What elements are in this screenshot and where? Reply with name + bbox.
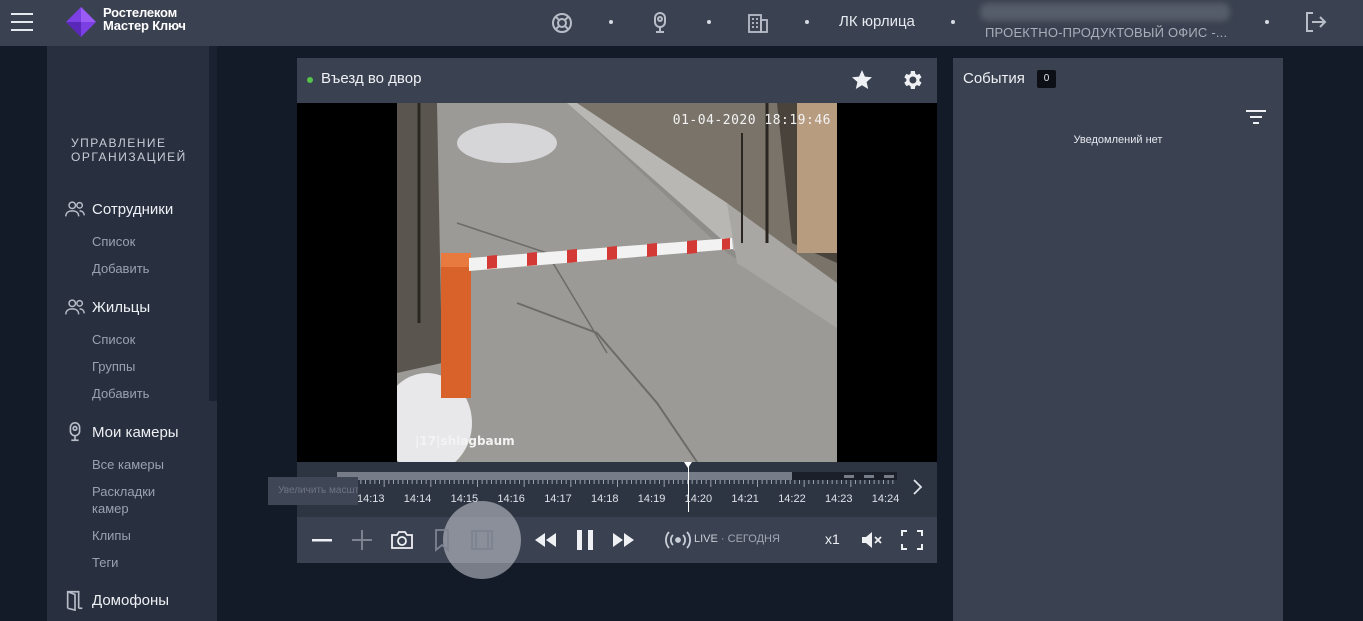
separator-dot xyxy=(1265,20,1269,24)
fast-forward-icon[interactable] xyxy=(611,528,637,552)
sidebar-item-tags[interactable]: Теги xyxy=(92,554,118,571)
sidebar-item-all-cameras[interactable]: Все камеры xyxy=(92,456,164,473)
sidebar-item-residents-add[interactable]: Добавить xyxy=(92,385,149,402)
zoom-in-icon[interactable] xyxy=(349,528,375,552)
video-area[interactable]: 01-04-2020 18:19:46 |17|shlagbaum xyxy=(297,103,937,462)
screenshot-icon[interactable] xyxy=(389,528,415,552)
online-status-dot xyxy=(307,77,313,83)
timeline[interactable]: :14:1314:1414:1514:1614:1714:1814:1914:2… xyxy=(297,462,937,517)
camera-scene-image xyxy=(397,103,837,462)
timeline-label: 14:21 xyxy=(731,493,759,505)
live-broadcast-icon[interactable] xyxy=(665,528,691,552)
sidebar-item-clips[interactable]: Клипы xyxy=(92,527,131,544)
osd-timestamp: 01-04-2020 18:19:46 xyxy=(672,113,831,128)
logout-icon[interactable] xyxy=(1303,10,1327,34)
org-name[interactable]: ПРОЕКТНО-ПРОДУКТОВЫЙ ОФИС -... xyxy=(985,25,1227,40)
player-header: Въезд во двор xyxy=(297,58,937,103)
menu-icon[interactable] xyxy=(11,13,33,31)
account-link[interactable]: ЛК юрлица xyxy=(839,13,915,30)
pause-icon[interactable] xyxy=(572,528,598,552)
logo-mark-icon xyxy=(66,7,96,37)
timeline-segment xyxy=(884,475,894,478)
timeline-cursor-head[interactable] xyxy=(684,462,692,468)
sidebar-group-employees[interactable]: Сотрудники xyxy=(64,198,173,220)
sidebar-section-title: УПРАВЛЕНИЕ ОРГАНИЗАЦИЕЙ xyxy=(71,136,187,164)
events-empty-message: Уведомлений нет xyxy=(1073,134,1163,146)
timeline-label: 14:22 xyxy=(778,493,806,505)
timeline-track[interactable] xyxy=(337,472,897,480)
people-icon xyxy=(65,201,85,217)
building-icon[interactable] xyxy=(746,11,770,35)
logo[interactable]: Ростелеком Мастер Ключ xyxy=(66,5,196,39)
sidebar-group-intercoms[interactable]: Домофоны xyxy=(64,589,169,611)
brand-name: Ростелеком Мастер Ключ xyxy=(103,5,186,33)
video-player: Въезд во двор 01-04-2020 18:19:46 |17|sh… xyxy=(297,58,937,579)
sidebar: УПРАВЛЕНИЕ ОРГАНИЗАЦИЕЙ Сотрудники Списо… xyxy=(47,46,217,621)
clip-icon[interactable] xyxy=(469,528,495,552)
zoom-tooltip: Увеличить масштаб xyxy=(268,477,358,505)
star-icon[interactable] xyxy=(850,68,874,92)
events-panel: События 0 Уведомлений нет xyxy=(953,58,1283,621)
timeline-label: 14:14 xyxy=(403,493,432,505)
sidebar-scrollbar[interactable] xyxy=(209,46,217,401)
separator-dot xyxy=(805,20,809,24)
timeline-ticks xyxy=(337,480,894,487)
bookmark-icon[interactable] xyxy=(429,528,455,552)
gear-icon[interactable] xyxy=(900,68,924,92)
separator-dot xyxy=(951,20,955,24)
org-blurred-text xyxy=(980,3,1230,21)
zoom-out-icon[interactable] xyxy=(309,528,335,552)
top-bar: Ростелеком Мастер Ключ ЛК юрлица ПРОЕКТН… xyxy=(0,0,1363,46)
events-title: События xyxy=(963,70,1025,87)
support-icon[interactable] xyxy=(550,11,574,35)
sidebar-group-residents[interactable]: Жильцы xyxy=(64,296,150,318)
people-icon xyxy=(65,299,85,315)
filter-icon[interactable] xyxy=(1246,109,1266,125)
timeline-recorded-range xyxy=(337,472,792,480)
timeline-label: 14:24 xyxy=(871,493,900,505)
timeline-label: 14:18 xyxy=(591,493,619,505)
sidebar-item-employees-list[interactable]: Список xyxy=(92,233,135,250)
sidebar-item-residents-groups[interactable]: Группы xyxy=(92,358,135,375)
separator-dot xyxy=(609,20,613,24)
osd-camera-name: |17|shlagbaum xyxy=(415,434,515,448)
sidebar-item-residents-list[interactable]: Список xyxy=(92,331,135,348)
live-button[interactable]: LIVE · СЕГОДНЯ xyxy=(694,533,780,545)
timeline-label: 14:19 xyxy=(637,493,666,505)
timeline-segment xyxy=(844,475,854,478)
separator-dot xyxy=(707,20,711,24)
rewind-icon[interactable] xyxy=(532,528,558,552)
fullscreen-icon[interactable] xyxy=(899,528,925,552)
sidebar-group-cameras[interactable]: Мои камеры xyxy=(64,421,179,443)
events-count-badge: 0 xyxy=(1037,70,1056,88)
timeline-label: 14:13 xyxy=(357,493,385,505)
sidebar-item-layouts[interactable]: Раскладки камер xyxy=(92,483,182,517)
sidebar-item-employees-add[interactable]: Добавить xyxy=(92,260,149,277)
timeline-segment xyxy=(864,475,874,478)
player-controls: LIVE · СЕГОДНЯ x1 xyxy=(297,501,937,579)
intercom-icon[interactable] xyxy=(648,11,672,35)
door-icon xyxy=(66,590,83,611)
timeline-label: 14:20 xyxy=(684,493,713,505)
camera-title: Въезд во двор xyxy=(321,70,422,87)
camera-frame: 01-04-2020 18:19:46 |17|shlagbaum xyxy=(397,103,837,462)
playback-speed[interactable]: x1 xyxy=(825,531,840,547)
timeline-label: 14:17 xyxy=(544,493,572,505)
timeline-label: 14:16 xyxy=(497,493,525,505)
timeline-label: 14:23 xyxy=(825,493,853,505)
chevron-right-icon[interactable] xyxy=(910,478,924,496)
mute-icon[interactable] xyxy=(859,528,885,552)
camera-icon xyxy=(69,422,81,442)
